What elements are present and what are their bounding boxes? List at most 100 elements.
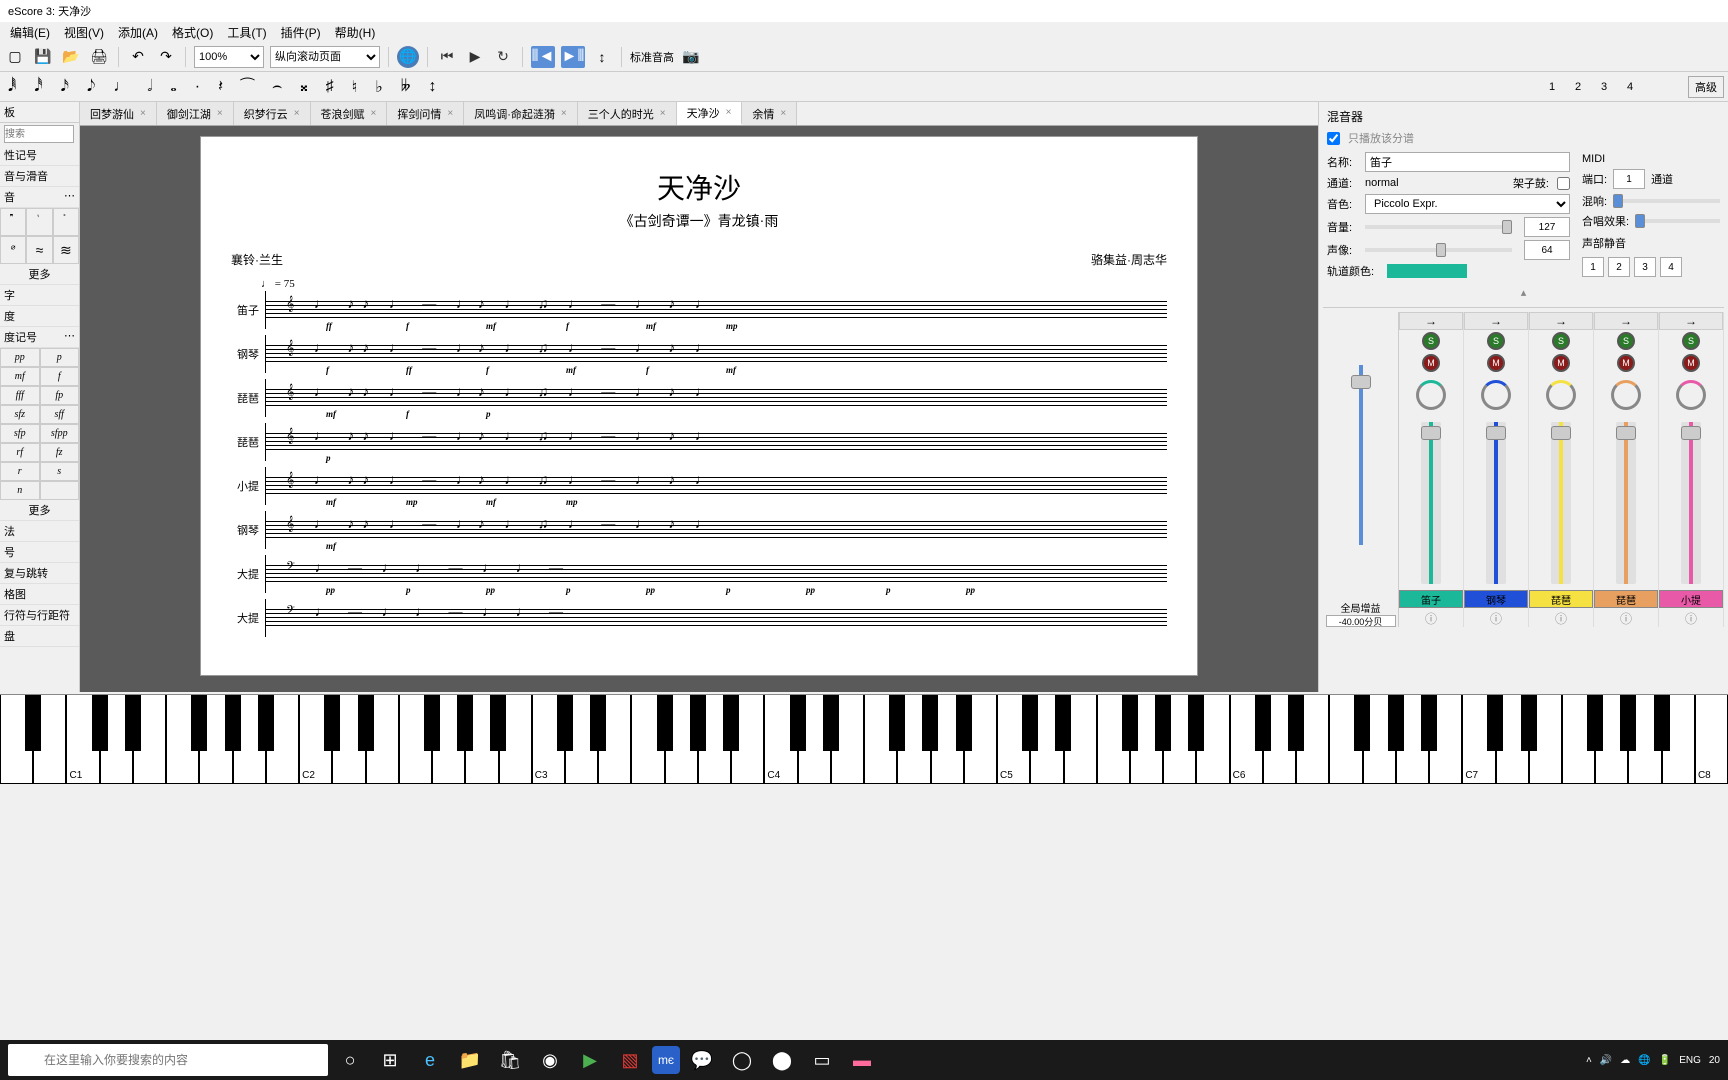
advanced-button[interactable]: 高级 xyxy=(1688,76,1724,98)
mute-button[interactable]: M xyxy=(1422,354,1440,372)
tab-挥剑问情[interactable]: 挥剑问情× xyxy=(387,102,464,125)
black-key[interactable] xyxy=(1288,695,1304,751)
dynamic-s[interactable]: s xyxy=(40,462,80,481)
tab-织梦行云[interactable]: 织梦行云× xyxy=(234,102,311,125)
palette-more-2[interactable]: 更多 xyxy=(0,500,79,521)
palette-section[interactable]: 度记号⋯ xyxy=(0,327,79,348)
cortana-icon[interactable]: ○ xyxy=(332,1042,368,1078)
staff-钢琴[interactable]: 钢琴𝄞 ♩ ♪♪ ♩ — ♩♪ ♩ ♫ ♩ — ♩ ♪ ♩mf xyxy=(231,510,1167,550)
palette-section[interactable]: 性记号 xyxy=(0,145,79,166)
port-input[interactable] xyxy=(1613,169,1645,189)
rewind-icon[interactable]: ⏮ xyxy=(436,46,458,68)
note-16th[interactable]: 𝅘𝅥𝅯 xyxy=(57,78,73,96)
double-sharp-icon[interactable]: 𝄪 xyxy=(296,78,311,96)
black-key[interactable] xyxy=(823,695,839,751)
mute-btn-3[interactable]: 3 xyxy=(1634,257,1656,277)
black-key[interactable] xyxy=(191,695,207,751)
track-expand-icon[interactable]: → xyxy=(1594,312,1658,330)
tab-天净沙[interactable]: 天净沙× xyxy=(677,102,743,125)
pdf-icon[interactable]: ▧ xyxy=(612,1042,648,1078)
sharp-icon[interactable]: ♯ xyxy=(322,78,338,96)
dynamic-p[interactable]: p xyxy=(40,348,80,367)
network-icon[interactable]: 🌐 xyxy=(1638,1055,1650,1066)
tab-余情[interactable]: 余情× xyxy=(742,102,797,125)
wechat-icon[interactable]: 💬 xyxy=(684,1042,720,1078)
menu-plugins[interactable]: 插件(P) xyxy=(275,22,327,42)
black-key[interactable] xyxy=(457,695,473,751)
dynamic-rf[interactable]: rf xyxy=(0,443,40,462)
note-8th[interactable]: 𝅘𝅥𝅮 xyxy=(83,78,99,96)
voice-1[interactable]: 1 xyxy=(1544,79,1560,95)
black-key[interactable] xyxy=(557,695,573,751)
note-whole[interactable]: 𝅝 xyxy=(166,78,180,96)
palette-more[interactable]: 更多 xyxy=(0,264,79,285)
tab-close-icon[interactable]: × xyxy=(447,108,453,119)
page-mode-select[interactable]: 纵向滚动页面 xyxy=(270,46,380,68)
fader[interactable] xyxy=(1421,422,1441,584)
track-expand-icon[interactable]: → xyxy=(1659,312,1723,330)
metronome-icon[interactable]: ↕ xyxy=(591,46,613,68)
black-key[interactable] xyxy=(490,695,506,751)
pan-knob[interactable] xyxy=(1676,380,1706,410)
voice-2[interactable]: 2 xyxy=(1570,79,1586,95)
chrome-icon[interactable]: ◉ xyxy=(532,1042,568,1078)
musescore-icon[interactable]: mє xyxy=(652,1046,680,1074)
taskbar-search-input[interactable] xyxy=(8,1044,328,1076)
mute-btn-2[interactable]: 2 xyxy=(1608,257,1630,277)
fader[interactable] xyxy=(1681,422,1701,584)
black-key[interactable] xyxy=(1388,695,1404,751)
app-icon-3[interactable]: ▭ xyxy=(804,1042,840,1078)
dynamic-fp[interactable]: fp xyxy=(40,386,80,405)
menu-view[interactable]: 视图(V) xyxy=(58,22,110,42)
pan-value[interactable] xyxy=(1524,240,1570,260)
staff-琵琶[interactable]: 琵琶𝄞 ♩ ♪♪ ♩ — ♩♪ ♩ ♫ ♩ — ♩ ♪ ♩p xyxy=(231,422,1167,462)
palette-section[interactable]: 音⋯ xyxy=(0,187,79,208)
store-icon[interactable]: 🛍 xyxy=(492,1042,528,1078)
app-icon-2[interactable]: ⬤ xyxy=(764,1042,800,1078)
volume-value[interactable] xyxy=(1524,217,1570,237)
flip-icon[interactable]: ↕ xyxy=(424,78,440,96)
tray-up-icon[interactable]: ˄ xyxy=(1586,1055,1592,1066)
dynamic-f[interactable]: f xyxy=(40,367,80,386)
track-info-icon[interactable]: ⓘ xyxy=(1685,610,1697,627)
dynamic-[interactable] xyxy=(40,481,80,500)
black-key[interactable] xyxy=(1620,695,1636,751)
fader[interactable] xyxy=(1486,422,1506,584)
only-play-checkbox[interactable] xyxy=(1327,132,1340,145)
tab-close-icon[interactable]: × xyxy=(660,108,666,119)
palette-section[interactable]: 盘 xyxy=(0,626,79,647)
black-key[interactable] xyxy=(1255,695,1271,751)
palette-section[interactable]: 度 xyxy=(0,306,79,327)
tie-icon[interactable]: ⁀ xyxy=(237,77,258,97)
dynamic-n[interactable]: n xyxy=(0,481,40,500)
note-32nd[interactable]: 𝅘𝅥𝅰 xyxy=(30,78,46,96)
palette-search-input[interactable] xyxy=(4,125,74,143)
play-icon[interactable]: ▶ xyxy=(464,46,486,68)
tab-close-icon[interactable]: × xyxy=(561,108,567,119)
tremolo-2[interactable]: 𝆫 xyxy=(26,208,52,236)
black-key[interactable] xyxy=(690,695,706,751)
track-expand-icon[interactable]: → xyxy=(1464,312,1528,330)
score-page[interactable]: 天净沙 《古剑奇谭一》青龙镇·雨 襄铃·兰生 骆集益·周志华 ♩ = 75 笛子… xyxy=(200,136,1198,676)
black-key[interactable] xyxy=(92,695,108,751)
menu-add[interactable]: 添加(A) xyxy=(112,22,164,42)
tab-凤鸣调·命起涟漪[interactable]: 凤鸣调·命起涟漪× xyxy=(464,102,578,125)
dynamic-sfp[interactable]: sfp xyxy=(0,424,40,443)
voice-3[interactable]: 3 xyxy=(1596,79,1612,95)
marker-end-icon[interactable]: ►⦀ xyxy=(561,46,585,68)
save-icon[interactable]: 💾 xyxy=(32,46,54,68)
natural-icon[interactable]: ♮ xyxy=(348,77,362,97)
dynamic-fz[interactable]: fz xyxy=(40,443,80,462)
tremolo-5[interactable]: ≈ xyxy=(26,236,52,264)
staff-钢琴[interactable]: 钢琴𝄞 ♩ ♪♪ ♩ — ♩♪ ♩ ♫ ♩ — ♩ ♪ ♩ffffmffmf xyxy=(231,334,1167,374)
pan-knob[interactable] xyxy=(1481,380,1511,410)
track-expand-icon[interactable]: → xyxy=(1529,312,1593,330)
black-key[interactable] xyxy=(1421,695,1437,751)
tremolo-3[interactable]: 𝆬 xyxy=(53,208,79,236)
volume-icon[interactable]: 🔊 xyxy=(1600,1055,1612,1066)
black-key[interactable] xyxy=(258,695,274,751)
tab-苍浪剑赋[interactable]: 苍浪剑赋× xyxy=(311,102,388,125)
note-64th[interactable]: 𝅘𝅥𝅱 xyxy=(4,78,20,96)
black-key[interactable] xyxy=(956,695,972,751)
slur-icon[interactable]: ⌢ xyxy=(268,78,287,96)
